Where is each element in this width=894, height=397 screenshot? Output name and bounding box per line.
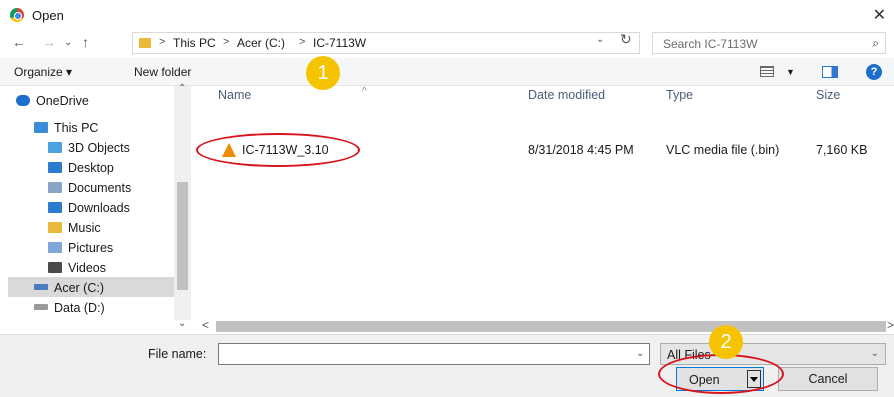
drive-icon [34,284,48,290]
up-arrow-icon[interactable]: ↑ [82,34,89,50]
nav-pane-scrollbar[interactable]: ⌃ [174,83,191,320]
nav-item-label: Acer (C:) [54,281,104,295]
nav-item-acer-c[interactable]: Acer (C:) [34,281,104,295]
column-header-size[interactable]: Size [816,88,840,102]
address-row: ← → ⌄ ↑ > This PC > Acer (C:) > IC-7113W… [0,30,894,58]
cancel-button[interactable]: Cancel [778,367,878,391]
horizontal-scrollbar[interactable]: < > [192,318,894,334]
title-bar: Open ✕ [0,0,894,30]
file-name-input[interactable] [218,343,650,365]
onedrive-icon [16,95,30,106]
nav-item-pictures[interactable]: Pictures [48,241,113,255]
nav-item-label: Data (D:) [54,301,105,315]
nav-item-this-pc[interactable]: This PC [34,121,98,135]
highlight-ring-file [196,133,360,167]
documents-icon [48,182,62,193]
search-input[interactable]: Search IC-7113W ⌕ [652,32,886,54]
refresh-icon[interactable]: ↻ [620,31,632,48]
nav-item-music[interactable]: Music [48,221,101,235]
nav-item-label: Pictures [68,241,114,255]
nav-item-downloads[interactable]: Downloads [48,201,130,215]
step-2-badge: 2 [709,325,743,359]
sort-ascending-icon: ^ [362,86,367,97]
breadcrumb-separator: > [299,36,306,48]
nav-item-label: Desktop [68,161,114,175]
music-icon [48,222,62,233]
folder-icon [139,38,151,48]
scroll-up-arrow-icon[interactable]: ⌃ [178,83,186,94]
recent-locations-chevron-icon[interactable]: ⌄ [64,37,72,48]
nav-item-label: This PC [54,121,99,135]
view-dropdown-icon[interactable]: ▼ [786,67,795,77]
address-dropdown-chevron-icon[interactable]: ⌄ [596,34,604,45]
view-options-icon[interactable] [760,66,774,77]
downloads-icon [48,202,62,213]
navigation-pane: OneDrive This PC 3D Objects Desktop Docu… [0,83,192,334]
file-type: VLC media file (.bin) [666,143,780,157]
window-title: Open [32,8,64,23]
nav-item-data-d[interactable]: Data (D:) [34,301,105,315]
preview-pane-icon[interactable] [822,66,838,78]
drive-icon [34,304,48,310]
file-list-pane: Name ^ Date modified Type Size IC-7113W_… [192,86,894,334]
file-name-dropdown-icon[interactable]: ⌄ [636,348,644,359]
nav-item-3d-objects[interactable]: 3D Objects [48,141,130,155]
nav-item-documents[interactable]: Documents [48,181,131,195]
desktop-icon [48,162,62,173]
computer-icon [34,122,48,133]
chrome-app-icon [10,8,24,22]
nav-pane-scroll-thumb[interactable] [177,182,188,290]
search-icon[interactable]: ⌕ [872,36,879,51]
organize-button[interactable]: Organize ▾ [14,65,72,79]
close-icon[interactable]: ✕ [873,5,886,25]
scroll-left-arrow-icon[interactable]: < [202,318,209,332]
scroll-right-arrow-icon[interactable]: > [887,318,894,332]
file-size: 7,160 KB [816,143,868,157]
nav-item-onedrive[interactable]: OneDrive [16,94,89,108]
breadcrumb-separator: > [159,36,166,48]
breadcrumb-ic-7113w[interactable]: IC-7113W [313,36,366,50]
nav-item-label: 3D Objects [68,141,130,155]
highlight-ring-open [658,354,784,394]
file-date-modified: 8/31/2018 4:45 PM [528,143,634,157]
nav-item-label: Downloads [68,201,130,215]
column-header-type[interactable]: Type [666,88,693,102]
horizontal-scroll-thumb[interactable] [216,321,886,332]
nav-item-videos[interactable]: Videos [48,261,106,275]
nav-item-label: Documents [68,181,132,195]
nav-item-label: Music [68,221,101,235]
nav-item-label: OneDrive [36,94,89,108]
step-1-badge: 1 [306,56,340,90]
back-arrow-icon[interactable]: ← [12,34,26,50]
command-toolbar: Organize ▾ New folder ▼ ? [0,58,894,86]
nav-item-label: Videos [68,261,106,275]
search-placeholder: Search IC-7113W [663,37,758,51]
videos-icon [48,262,62,273]
breadcrumb-acer-c[interactable]: Acer (C:) [237,36,285,50]
file-type-dropdown-icon[interactable]: ⌄ [871,348,879,359]
nav-item-desktop[interactable]: Desktop [48,161,114,175]
breadcrumb-this-pc[interactable]: This PC [173,36,216,50]
3d-objects-icon [48,142,62,153]
pictures-icon [48,242,62,253]
new-folder-button[interactable]: New folder [134,65,191,79]
column-header-date-modified[interactable]: Date modified [528,88,605,102]
column-header-name[interactable]: Name [218,88,251,102]
scroll-down-arrow-icon[interactable]: ⌄ [178,318,186,329]
file-name-label: File name: [148,347,207,361]
breadcrumb-separator: > [223,36,230,48]
help-icon[interactable]: ? [866,64,882,80]
address-bar[interactable]: > This PC > Acer (C:) > IC-7113W [132,32,640,54]
forward-arrow-icon[interactable]: → [42,34,56,50]
